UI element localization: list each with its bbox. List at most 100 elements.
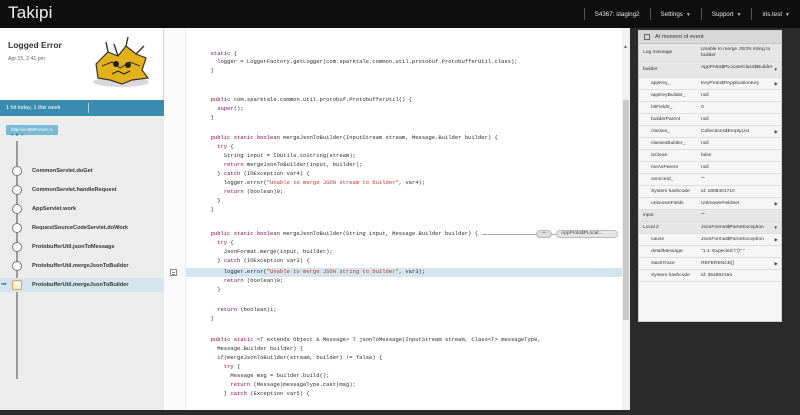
code-line: Message msg = builder.build(); [204, 372, 330, 379]
variable-row: isClean false [639, 150, 781, 162]
variable-value: null [701, 93, 709, 98]
variables-list: Log message Unable to merge JSON string t… [639, 44, 781, 282]
variable-row[interactable]: appKey_ KeyProto$PApplicationKey ▶ [639, 78, 781, 90]
error-monster-icon [93, 36, 150, 87]
variable-row[interactable]: unknownFields UnknownFieldSet ▶ [639, 198, 781, 210]
code-line: try { [223, 363, 241, 370]
variable-name: meAsParent [651, 165, 678, 170]
settings-label: Settings [660, 10, 683, 18]
variable-row: classesBuilder_ null [639, 138, 781, 150]
code-line-error: logger.error("Unable to merge JSON strin… [204, 268, 426, 275]
code-scrollbar[interactable]: ▲ [622, 28, 630, 410]
code-line: try { [217, 239, 234, 246]
code-line: } catch (IOException var4) { [204, 170, 310, 177]
divider [88, 103, 89, 113]
variable-name: serviceId_ [651, 177, 674, 182]
scroll-up-icon[interactable]: ▲ [623, 44, 628, 50]
code-line: logger = LoggerFactory.getLogger(com.spa… [204, 58, 518, 65]
variable-row[interactable]: builder AppProto$PLocateClass$Builder ▼ [639, 62, 781, 78]
takipi-logo[interactable]: Takipi [8, 3, 53, 23]
code-line: } [204, 315, 214, 322]
input-value-tooltip[interactable]: "" [536, 230, 552, 238]
variable-row[interactable]: stackTrace REFERENCE[] ▶ [639, 258, 781, 270]
variable-value: false [701, 153, 712, 158]
variable-row: appKeyBuilder_ null [639, 90, 781, 102]
code-line: JsonFormat.merge(input, builder); [204, 248, 333, 255]
stack-frame[interactable]: CommonServlet.doGet [0, 164, 164, 178]
nav-separator [649, 8, 651, 20]
code-line: } catch (IOException var3) { [204, 257, 310, 264]
stack-frame[interactable]: RequestSourceCodeServlet.doWork [0, 221, 164, 235]
code-line: return mergeJsonToBuilder(input, builder… [223, 161, 363, 168]
variable-row: Log message Unable to merge JSON string t… [639, 44, 781, 62]
expand-right-icon[interactable]: ▶ [775, 78, 778, 90]
expand-right-icon[interactable]: ▶ [775, 198, 778, 210]
nav-separator [583, 8, 585, 20]
code-line: } catch (Exception var5) { [204, 390, 310, 397]
variables-title: At moment of event [655, 34, 704, 40]
variable-value: id: 1808401710 [701, 189, 735, 194]
hit-count-bar[interactable]: 1 hit today, 1 this week [0, 100, 164, 116]
stack-frame-selected[interactable]: ➡ ProtobufferUtil.mergeJsonToBuilder [0, 278, 164, 292]
stack-frame[interactable]: AppServlet.work [0, 202, 164, 216]
frame-node-icon [12, 185, 22, 195]
code-line: public static <T extends Object & Messag… [210, 336, 541, 343]
variable-value: null [701, 141, 709, 146]
nav-separator [751, 8, 753, 20]
hit-count: 1 hit today, 1 this week [6, 105, 61, 111]
code-line: if(mergeJsonToBuilder(stream, builder) !… [217, 354, 383, 361]
variable-name: Log message [643, 50, 673, 55]
source-code-view[interactable]: static { logger = LoggerFactory.getLogge… [164, 28, 630, 410]
variable-value: AppProto$PLocateClass$Builder [701, 65, 773, 70]
stack-frame[interactable]: CommonServlet.handleRequest [0, 183, 164, 197]
expand-down-icon[interactable]: ▼ [774, 62, 778, 78]
code-line: return (Message)messageType.cast(msg); [230, 381, 356, 388]
variable-name: detailMessage [651, 249, 683, 254]
frame-label: RequestSourceCodeServlet.doWork [32, 225, 128, 231]
variable-row[interactable]: Local 2 JsonFormat$ParseException ▼ [639, 222, 781, 234]
support-menu[interactable]: Support ▼ [712, 11, 742, 18]
expand-right-icon[interactable]: ▶ [775, 234, 778, 246]
variable-value: REFERENCE[] [701, 261, 734, 266]
code-line: super(); [217, 105, 244, 112]
variable-name: appKeyBuilder_ [651, 93, 686, 98]
code-line: logger.error("Unable to merge JSON strea… [204, 179, 426, 186]
expand-down-icon[interactable]: ▼ [774, 222, 778, 234]
variable-row: input "" [639, 210, 781, 222]
value-pointer-line [482, 234, 536, 235]
variable-row[interactable]: classes_ Collections$EmptyList ▶ [639, 126, 781, 138]
server-selector[interactable]: S4367: staging2 [595, 11, 640, 18]
variables-icon [644, 34, 650, 40]
expand-right-icon[interactable]: ▶ [775, 126, 778, 138]
error-panel: Logged Error Apr 15, 2:41 pm 1 hit today… [0, 28, 164, 410]
variable-value: JsonFormat$ParseException [701, 237, 764, 242]
variable-row: meAsParent null [639, 162, 781, 174]
variable-name: appKey_ [651, 81, 671, 86]
variables-icon[interactable] [170, 269, 177, 276]
code-line: return (boolean)0; [223, 188, 284, 195]
top-nav: S4367: staging2 Settings ▼ Support ▼ iris.… [574, 0, 790, 28]
user-menu[interactable]: iris.test ▼ [762, 11, 790, 18]
variable-value: Collections$EmptyList [701, 129, 750, 134]
variable-name: System hashcode [651, 189, 690, 194]
stack-frame[interactable]: ProtobufferUtil.mergeJsonToBuilder [0, 259, 164, 273]
variable-name: builderParent [651, 117, 681, 122]
code-line: public static boolean mergeJsonToBuilder… [210, 230, 478, 237]
code-line: try { [217, 143, 234, 150]
variable-row[interactable]: cause JsonFormat$ParseException ▶ [639, 234, 781, 246]
expand-right-icon[interactable]: ▶ [775, 258, 778, 270]
variable-row: builderParent null [639, 114, 781, 126]
chevron-down-icon: ▼ [736, 11, 742, 18]
builder-value-tooltip[interactable]: AppProto$PLocat... [556, 230, 618, 238]
nav-separator [700, 8, 702, 20]
variable-name: isClean [651, 153, 668, 158]
variable-name: cause [651, 237, 665, 242]
variable-name: classesBuilder_ [651, 141, 686, 146]
stack-frame[interactable]: ProtobufferUtil.jsonToMessage [0, 240, 164, 254]
frame-label: CommonServlet.handleRequest [32, 187, 117, 193]
variables-panel: At moment of event Log message Unable to … [638, 30, 782, 322]
settings-menu[interactable]: Settings ▼ [661, 11, 691, 18]
scrollbar-thumb[interactable] [623, 100, 629, 320]
frame-node-icon [12, 223, 22, 233]
variable-value: UnknownFieldSet [701, 201, 740, 206]
